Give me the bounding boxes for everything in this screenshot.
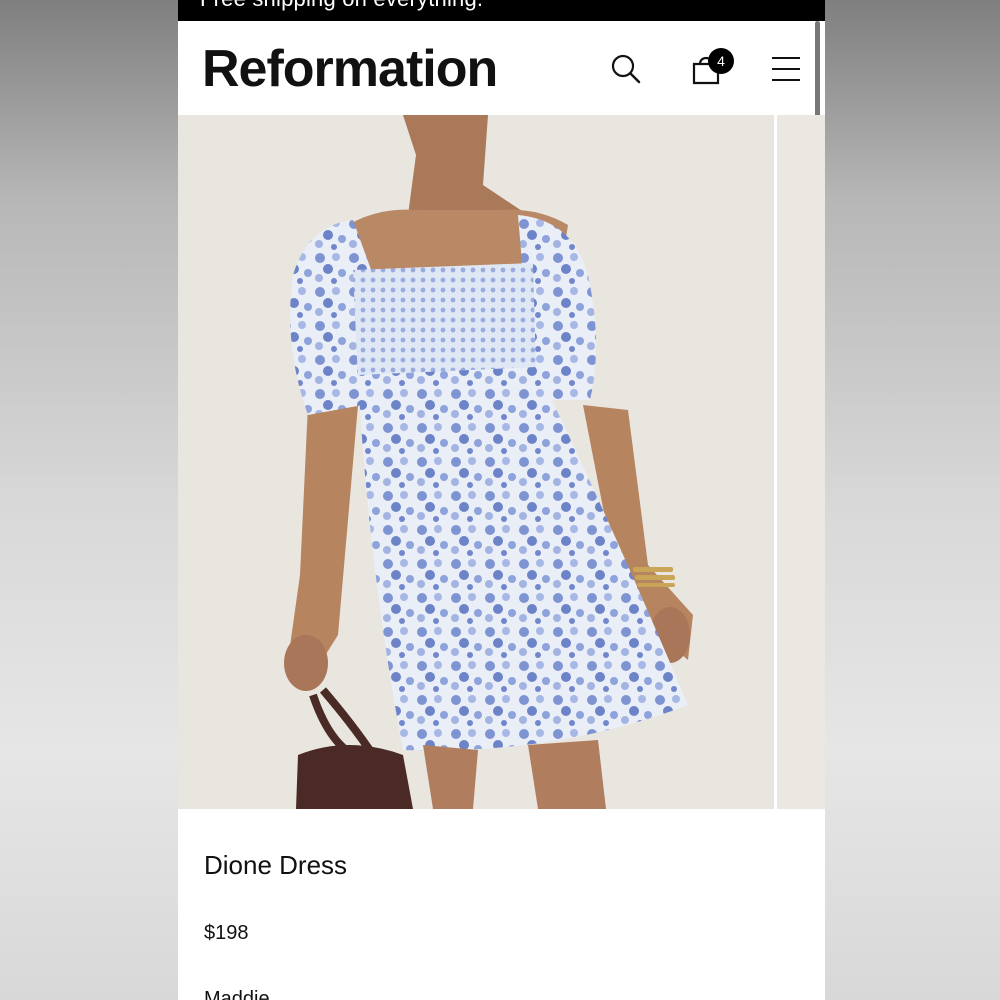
bag-count-badge: 4 — [708, 48, 734, 74]
site-header: Reformation 4 — [178, 21, 825, 115]
blurred-background-left — [0, 0, 178, 1000]
blurred-background-right — [822, 0, 1000, 1000]
brand-logo[interactable]: Reformation — [202, 39, 498, 99]
product-image[interactable] — [178, 115, 774, 809]
search-icon — [611, 54, 641, 84]
product-price: $198 — [204, 922, 249, 944]
product-color: Maddie — [204, 988, 270, 1000]
product-name: Dione Dress — [204, 850, 348, 880]
shopping-bag-button[interactable]: 4 — [686, 48, 734, 89]
menu-button[interactable] — [766, 49, 806, 89]
search-button[interactable] — [606, 49, 646, 89]
hamburger-menu-icon — [772, 57, 800, 81]
dress-photo — [178, 115, 774, 809]
promo-text: Free shipping on everything. — [200, 0, 483, 12]
next-product-image-peek[interactable] — [777, 115, 825, 809]
phone-screen: Free shipping on everything. Reformation… — [178, 0, 825, 1000]
promo-banner[interactable]: Free shipping on everything. — [178, 0, 825, 21]
